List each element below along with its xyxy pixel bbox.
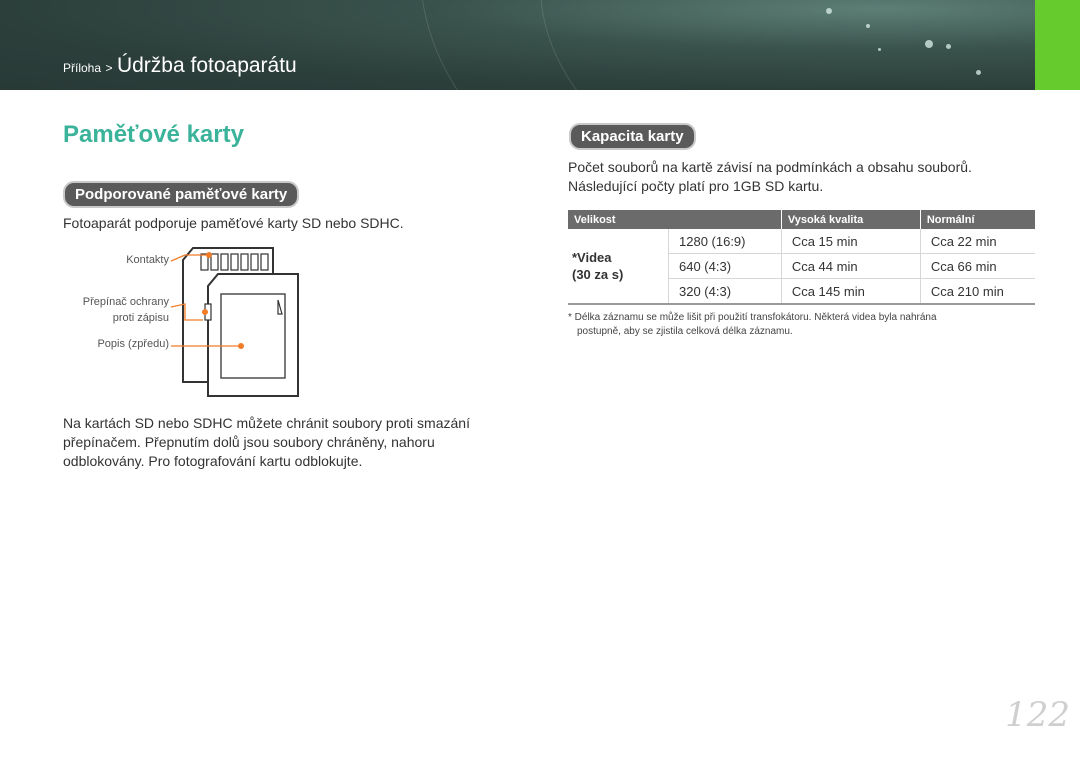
col-header-size: Velikost [568, 210, 782, 229]
header-decor-arc [540, 0, 1035, 90]
capacity-table: Velikost Vysoká kvalita Normální *Videa … [568, 210, 1035, 305]
category-fps: (30 za s) [572, 267, 624, 282]
sd-card-illustration [170, 247, 299, 397]
breadcrumb-separator: > [105, 61, 113, 75]
breadcrumb: Příloha > Údržba fotoaparátu [63, 54, 297, 78]
sd-card-diagram: Kontakty Přepínač ochrany proti zápisu P… [63, 242, 323, 400]
supported-cards-intro: Fotoaparát podporuje paměťové karty SD n… [63, 215, 404, 231]
footnote-line2: postupně, aby se zjistila celková délka … [577, 326, 793, 337]
col-header-normal: Normální [919, 210, 1035, 229]
breadcrumb-current: Údržba fotoaparátu [116, 54, 297, 77]
section-heading-supported-cards: Podporované paměťové karty [63, 181, 300, 208]
header-decor-dot [878, 48, 881, 51]
cell-high-quality: Cca 145 min [780, 278, 921, 305]
page-header: Příloha > Údržba fotoaparátu [0, 0, 1035, 90]
col-header-high-quality: Vysoká kvalita [780, 210, 921, 229]
cell-size: 320 (4:3) [668, 278, 782, 305]
capacity-intro-line2: Následující počty platí pro 1GB SD kartu… [568, 178, 824, 194]
category-label: *Videa [572, 250, 612, 265]
cell-normal: Cca 22 min [919, 229, 1035, 254]
cell-size: 1280 (16:9) [668, 229, 782, 254]
cell-normal: Cca 66 min [919, 253, 1035, 279]
label-write-protect-line2: proti zápisu [112, 312, 169, 324]
section-heading-card-capacity: Kapacita karty [569, 123, 696, 150]
label-contacts: Kontakty [126, 254, 169, 266]
label-write-protect-line1: Přepínač ochrany [82, 296, 169, 308]
cell-high-quality: Cca 15 min [780, 229, 921, 254]
header-decor-dot [866, 24, 870, 28]
cell-high-quality: Cca 44 min [780, 253, 921, 279]
capacity-footnote: * Délka záznamu se může lišit při použit… [568, 311, 1018, 339]
header-decor-dot [976, 70, 981, 75]
row-category-videos: *Videa (30 za s) [568, 229, 669, 305]
header-decor-dot [946, 44, 951, 49]
table-header-row: Velikost Vysoká kvalita Normální [568, 210, 1035, 229]
page-number: 122 [1005, 695, 1070, 735]
cell-normal: Cca 210 min [919, 278, 1035, 305]
breadcrumb-parent[interactable]: Příloha [63, 61, 101, 75]
header-decor-dot [925, 40, 933, 48]
table-row: *Videa (30 za s) 1280 (16:9) Cca 15 min … [568, 229, 1035, 305]
chapter-tab[interactable] [1035, 0, 1080, 90]
cell-size: 640 (4:3) [668, 253, 782, 279]
label-front-label: Popis (zpředu) [97, 338, 169, 350]
page-title: Paměťové karty [63, 121, 244, 148]
write-protect-body: Na kartách SD nebo SDHC můžete chránit s… [63, 415, 470, 469]
header-decor-dot [826, 8, 832, 14]
footnote-line1: * Délka záznamu se může lišit při použit… [568, 312, 937, 323]
capacity-intro-line1: Počet souborů na kartě závisí na podmínk… [568, 159, 972, 175]
